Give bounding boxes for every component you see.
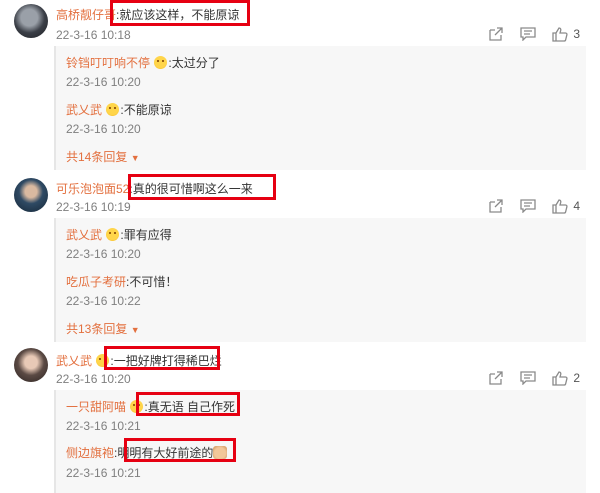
- reply-time: 22-3-16 10:21: [66, 466, 141, 480]
- comment-time: 22-3-16 10:18: [56, 28, 131, 42]
- reply-button[interactable]: [520, 199, 536, 213]
- more-replies-label: 共13条回复: [66, 322, 128, 336]
- comment-item: 可乐泡泡面52:真的很可惜啊这么一来 22-3-16 10:19 4 武乂武 :…: [0, 172, 600, 342]
- reply-button[interactable]: [520, 27, 536, 41]
- reply-text: :不可惜！: [126, 275, 178, 289]
- caret-down-icon: ▼: [130, 325, 140, 335]
- comment-item: 高桥靓仔哥:就应该这样，不能原谅 22-3-16 10:18 3 铃铛叮叮响不停…: [0, 0, 600, 170]
- comment-time: 22-3-16 10:20: [56, 372, 131, 386]
- caret-down-icon: ▼: [130, 153, 140, 163]
- emoji-icon: [106, 228, 120, 241]
- like-icon: [552, 26, 568, 42]
- comment-actions: 2: [472, 370, 580, 386]
- avatar[interactable]: [14, 178, 48, 212]
- more-replies-link[interactable]: 共14条回复 ▼: [66, 148, 140, 165]
- more-replies-label: 共14条回复: [66, 150, 128, 164]
- highlight-box: [104, 346, 220, 370]
- share-button[interactable]: [488, 371, 504, 385]
- avatar[interactable]: [14, 4, 48, 38]
- reply-list: 一只甜阿喵 :真无语 自己作死 22-3-16 10:21 侧边旗袍:明明有大好…: [54, 390, 586, 493]
- reply-item: 铃铛叮叮响不停 :太过分了: [66, 54, 220, 71]
- reply-text: :不能原谅: [120, 103, 172, 117]
- more-replies-link[interactable]: 共13条回复 ▼: [66, 320, 140, 337]
- like-icon: [552, 370, 568, 386]
- comment-icon: [520, 199, 536, 213]
- comment-icon: [520, 27, 536, 41]
- like-button[interactable]: 3: [552, 26, 580, 42]
- username[interactable]: 高桥靓仔哥: [56, 8, 116, 22]
- like-count: 2: [573, 371, 580, 385]
- share-icon: [489, 371, 503, 385]
- reply-time: 22-3-16 10:22: [66, 294, 141, 308]
- like-count: 3: [573, 27, 580, 41]
- reply-item: 武乂武 :罪有应得: [66, 226, 172, 243]
- reply-item: 吃瓜子考研:不可惜！: [66, 273, 177, 290]
- emoji-icon: [106, 103, 120, 116]
- highlight-box: [128, 174, 276, 200]
- share-button[interactable]: [488, 199, 504, 213]
- username[interactable]: 可乐泡泡面52: [56, 182, 129, 196]
- comment-actions: 4: [472, 198, 580, 214]
- reply-username[interactable]: 铃铛叮叮响不停: [66, 56, 150, 70]
- reply-text: :太过分了: [168, 56, 220, 70]
- share-icon: [489, 199, 503, 213]
- reply-time: 22-3-16 10:21: [66, 419, 141, 433]
- highlight-box: [124, 438, 236, 462]
- reply-item: 武乂武 :不能原谅: [66, 101, 172, 118]
- share-button[interactable]: [488, 27, 504, 41]
- comment-time: 22-3-16 10:19: [56, 200, 131, 214]
- like-icon: [552, 198, 568, 214]
- reply-username[interactable]: 侧边旗袍: [66, 446, 114, 460]
- username[interactable]: 武乂武: [56, 354, 92, 368]
- like-count: 4: [573, 199, 580, 213]
- like-button[interactable]: 4: [552, 198, 580, 214]
- highlight-box: [136, 392, 240, 416]
- share-icon: [489, 27, 503, 41]
- reply-time: 22-3-16 10:20: [66, 122, 141, 136]
- like-button[interactable]: 2: [552, 370, 580, 386]
- reply-button[interactable]: [520, 371, 536, 385]
- highlight-box: [110, 0, 250, 26]
- reply-time: 22-3-16 10:20: [66, 75, 141, 89]
- reply-list: 铃铛叮叮响不停 :太过分了 22-3-16 10:20 武乂武 :不能原谅 22…: [54, 46, 586, 170]
- reply-username[interactable]: 武乂武: [66, 228, 102, 242]
- reply-time: 22-3-16 10:20: [66, 247, 141, 261]
- avatar[interactable]: [14, 348, 48, 382]
- reply-username[interactable]: 武乂武: [66, 103, 102, 117]
- comment-actions: 3: [472, 26, 580, 42]
- comment-icon: [520, 371, 536, 385]
- comment-item: 武乂武 :一把好牌打得稀巴烂 22-3-16 10:20 2 一只甜阿喵 :真无…: [0, 346, 600, 493]
- reply-text: :罪有应得: [120, 228, 172, 242]
- reply-username[interactable]: 一只甜阿喵: [66, 400, 126, 414]
- reply-username[interactable]: 吃瓜子考研: [66, 275, 126, 289]
- reply-list: 武乂武 :罪有应得 22-3-16 10:20 吃瓜子考研:不可惜！ 22-3-…: [54, 218, 586, 342]
- emoji-icon: [154, 56, 168, 69]
